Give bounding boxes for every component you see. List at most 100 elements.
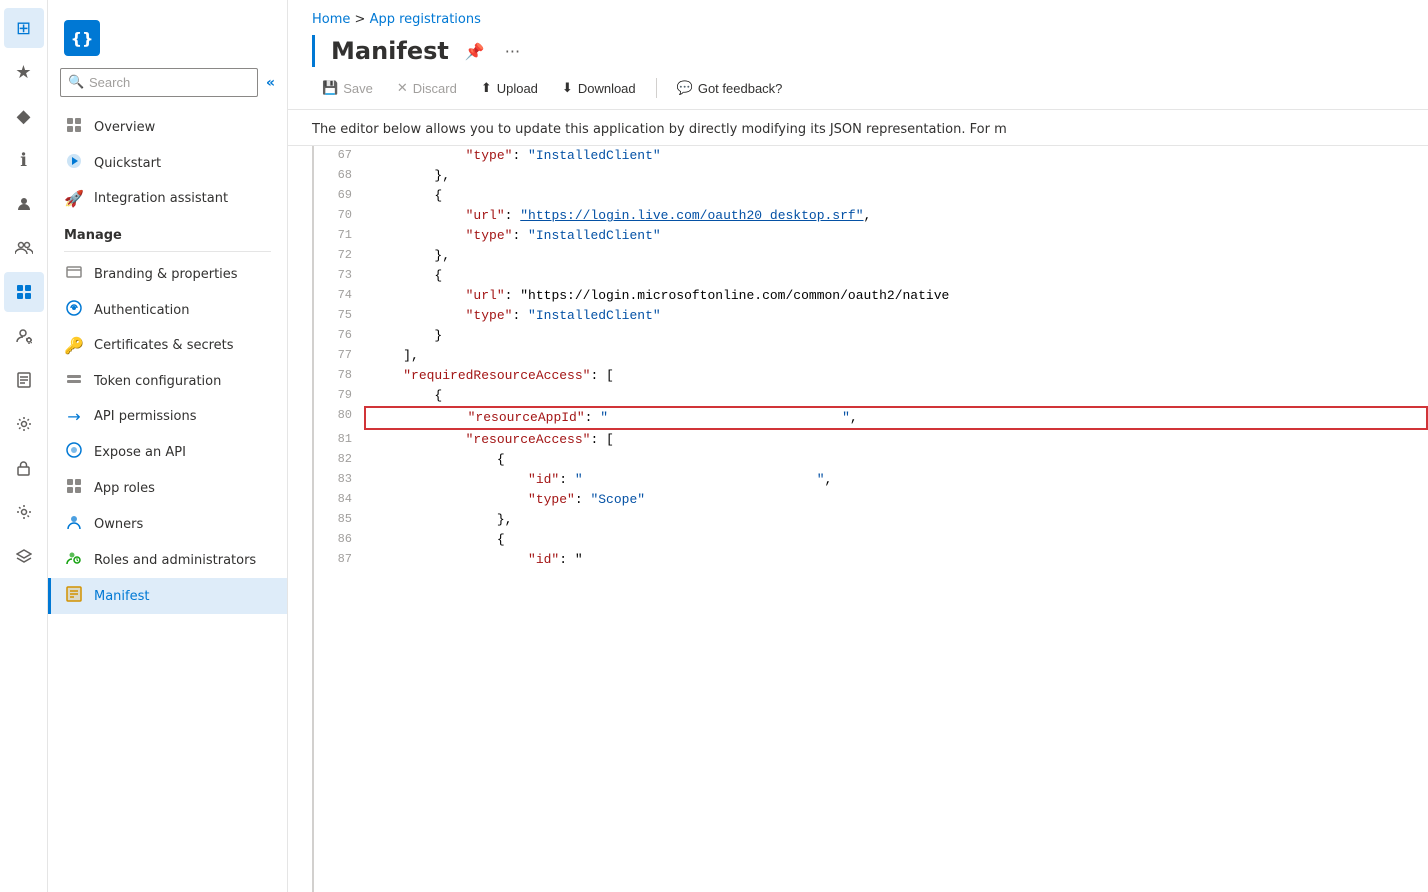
sidebar-item-integration[interactable]: 🚀 Integration assistant (48, 181, 287, 216)
page-title: Manifest (331, 37, 449, 65)
code-line-76: 76 } (314, 326, 1428, 346)
code-line-83: 83 "id": " ", (314, 470, 1428, 490)
roles-icon (64, 550, 84, 570)
upload-button[interactable]: ⬆ Upload (471, 75, 548, 101)
feedback-button[interactable]: 💬 Got feedback? (667, 75, 793, 101)
sidebar-item-authentication[interactable]: Authentication (48, 292, 287, 328)
users-icon[interactable] (4, 228, 44, 268)
pin-icon[interactable]: 📌 (461, 38, 489, 65)
app-icon: {} (64, 20, 100, 56)
download-icon: ⬇ (562, 80, 573, 96)
download-label: Download (578, 81, 636, 96)
expose-icon (64, 442, 84, 462)
icon-bar: ⊞ ★ ◆ ℹ (0, 0, 48, 892)
manage-section-label: Manage (48, 216, 287, 247)
sidebar-item-api[interactable]: → API permissions (48, 399, 287, 434)
authentication-icon (64, 300, 84, 320)
search-icon: 🔍 (68, 75, 84, 90)
line-number: 83 (314, 470, 364, 490)
document-icon[interactable] (4, 360, 44, 400)
search-input[interactable] (60, 68, 258, 97)
code-line-73: 73 { (314, 266, 1428, 286)
more-options-icon[interactable]: ··· (501, 38, 524, 65)
line-number: 75 (314, 306, 364, 326)
save-button[interactable]: 💾 Save (312, 75, 383, 101)
sidebar-item-certificates[interactable]: 🔑 Certificates & secrets (48, 328, 287, 363)
sidebar-item-branding[interactable]: Branding & properties (48, 256, 287, 292)
line-content: { (364, 266, 1428, 286)
code-line-69: 69 { (314, 186, 1428, 206)
line-content: "url": "https://login.microsoftonline.co… (364, 286, 1428, 306)
breadcrumb: Home > App registrations (288, 0, 1428, 27)
user-icon[interactable] (4, 184, 44, 224)
breadcrumb-separator: > (355, 12, 370, 27)
sidebar-item-roles[interactable]: Roles and administrators (48, 542, 287, 578)
line-number: 85 (314, 510, 364, 530)
lock-icon[interactable] (4, 448, 44, 488)
manifest-icon (64, 586, 84, 606)
discard-button[interactable]: ✕ Discard (387, 75, 467, 101)
line-number: 76 (314, 326, 364, 346)
layers-icon[interactable] (4, 536, 44, 576)
settings-icon[interactable] (4, 404, 44, 444)
star-icon[interactable]: ★ (4, 52, 44, 92)
code-line-67: 67 "type": "InstalledClient" (314, 146, 1428, 166)
quickstart-label: Quickstart (94, 156, 161, 171)
save-icon: 💾 (322, 80, 338, 96)
description-bar: The editor below allows you to update th… (288, 110, 1428, 146)
line-content: { (364, 186, 1428, 206)
line-number: 81 (314, 430, 364, 450)
code-line-82: 82 { (314, 450, 1428, 470)
expose-label: Expose an API (94, 445, 186, 460)
line-number: 70 (314, 206, 364, 226)
owners-label: Owners (94, 517, 143, 532)
sidebar-item-quickstart[interactable]: Quickstart (48, 145, 287, 181)
integration-icon: 🚀 (64, 189, 84, 208)
line-content: "id": " (364, 550, 1428, 570)
line-content: "resourceAccess": [ (364, 430, 1428, 450)
api-label: API permissions (94, 409, 196, 424)
line-content: "requiredResourceAccess": [ (364, 366, 1428, 386)
line-number: 73 (314, 266, 364, 286)
download-button[interactable]: ⬇ Download (552, 75, 646, 101)
sidebar-item-token[interactable]: Token configuration (48, 363, 287, 399)
person-settings-icon[interactable] (4, 316, 44, 356)
api-icon: → (64, 407, 84, 426)
home-icon[interactable]: ⊞ (4, 8, 44, 48)
search-box: 🔍 « (60, 68, 275, 97)
certificates-icon: 🔑 (64, 336, 84, 355)
sidebar-item-owners[interactable]: Owners (48, 506, 287, 542)
info-icon[interactable]: ℹ (4, 140, 44, 180)
sidebar-item-manifest[interactable]: Manifest (48, 578, 287, 614)
toolbar: 💾 Save ✕ Discard ⬆ Upload ⬇ Download 💬 G… (288, 67, 1428, 110)
approles-icon (64, 478, 84, 498)
owners-icon (64, 514, 84, 534)
manage-divider (64, 251, 271, 252)
branding-label: Branding & properties (94, 267, 238, 282)
code-line-84: 84 "type": "Scope" (314, 490, 1428, 510)
breadcrumb-app-registrations[interactable]: App registrations (370, 12, 481, 27)
gear2-icon[interactable] (4, 492, 44, 532)
line-content: "type": "Scope" (364, 490, 1428, 510)
line-number: 84 (314, 490, 364, 510)
sidebar-item-approles[interactable]: App roles (48, 470, 287, 506)
feedback-label: Got feedback? (698, 81, 783, 96)
toolbar-separator (656, 78, 657, 98)
certificates-label: Certificates & secrets (94, 338, 234, 353)
diamond-icon[interactable]: ◆ (4, 96, 44, 136)
sidebar-item-overview[interactable]: Overview (48, 109, 287, 145)
token-icon (64, 371, 84, 391)
code-line-68: 68 }, (314, 166, 1428, 186)
code-editor[interactable]: 67 "type": "InstalledClient"68 },69 {70 … (312, 146, 1428, 892)
line-number: 72 (314, 246, 364, 266)
main-content: Home > App registrations Manifest 📌 ··· … (288, 0, 1428, 892)
line-content: }, (364, 246, 1428, 266)
line-content: { (364, 530, 1428, 550)
code-line-74: 74 "url": "https://login.microsoftonline… (314, 286, 1428, 306)
sidebar-item-expose[interactable]: Expose an API (48, 434, 287, 470)
grid-selected-icon[interactable] (4, 272, 44, 312)
manifest-label: Manifest (94, 589, 149, 604)
breadcrumb-home[interactable]: Home (312, 12, 350, 27)
collapse-button[interactable]: « (266, 75, 275, 91)
line-content: "type": "InstalledClient" (364, 146, 1428, 166)
